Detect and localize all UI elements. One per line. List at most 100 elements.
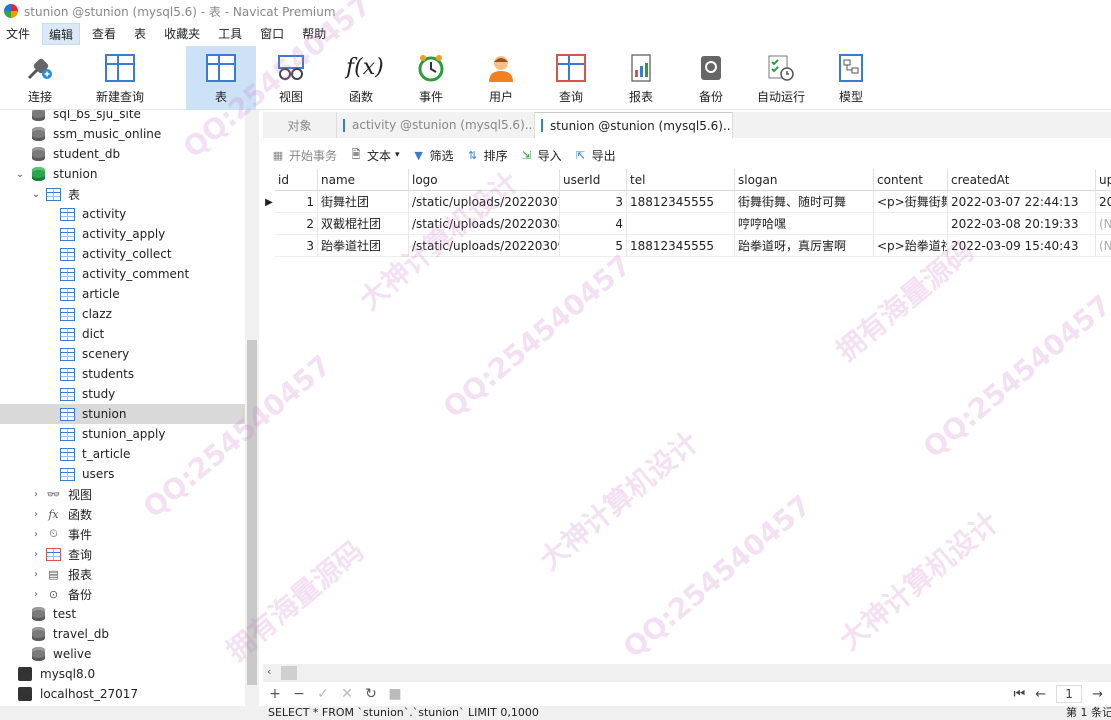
cell-logo[interactable]: /static/uploads/20220308: [409, 213, 560, 235]
menu-tools[interactable]: 工具: [212, 23, 248, 45]
menu-help[interactable]: 帮助: [296, 23, 332, 45]
model-button[interactable]: 模型: [816, 46, 886, 110]
cell-name[interactable]: 跆拳道社团: [318, 235, 409, 257]
connect-button[interactable]: 连接: [0, 46, 80, 110]
tree-db-travel_db[interactable]: travel_db: [0, 624, 245, 644]
chevron-down-icon[interactable]: ⌄: [14, 169, 26, 180]
tree-backups-node[interactable]: › ⊙ 备份: [0, 584, 245, 604]
chevron-right-icon[interactable]: ›: [30, 489, 42, 500]
menu-window[interactable]: 窗口: [254, 23, 290, 45]
close-button[interactable]: [1079, 0, 1111, 22]
delete-record-button[interactable]: −: [287, 682, 311, 706]
prev-page-icon[interactable]: ←: [1035, 687, 1046, 702]
filter-button[interactable]: ▼ 筛选: [412, 147, 453, 164]
tree-db-sql_bs_sju_site[interactable]: sql_bs_sju_site: [0, 110, 245, 124]
stop-icon[interactable]: ■: [383, 682, 407, 706]
tab-objects[interactable]: 对象: [263, 112, 337, 138]
next-page-icon[interactable]: →: [1092, 687, 1103, 702]
chevron-right-icon[interactable]: ›: [30, 589, 42, 600]
table-button[interactable]: 表: [186, 46, 256, 110]
tree-table-activity_apply[interactable]: activity_apply: [0, 224, 245, 244]
discard-changes-button[interactable]: ✕: [335, 682, 359, 706]
menu-favorites[interactable]: 收藏夹: [158, 23, 206, 45]
tree-table-students[interactable]: students: [0, 364, 245, 384]
view-button[interactable]: 视图: [256, 46, 326, 110]
tree-db-stunion[interactable]: ⌄ stunion: [0, 164, 245, 184]
menu-view[interactable]: 查看: [86, 23, 122, 45]
apply-changes-button[interactable]: ✓: [311, 682, 335, 706]
tree-table-scenery[interactable]: scenery: [0, 344, 245, 364]
refresh-icon[interactable]: ↻: [359, 682, 383, 706]
cell-tel[interactable]: 18812345555: [627, 191, 735, 213]
cell-content[interactable]: <p>街舞街舞: [874, 191, 948, 213]
menu-edit[interactable]: 编辑: [42, 23, 81, 45]
scrollbar-thumb[interactable]: [247, 340, 257, 685]
import-button[interactable]: ⇲ 导入: [520, 147, 562, 164]
add-record-button[interactable]: +: [263, 682, 287, 706]
cell-userId[interactable]: 5: [560, 235, 627, 257]
report-button[interactable]: 报表: [606, 46, 676, 110]
tree-table-users[interactable]: users: [0, 464, 245, 484]
cell-up[interactable]: (N: [1096, 213, 1111, 235]
query-button[interactable]: 查询: [536, 46, 606, 110]
cell-up[interactable]: 20: [1096, 191, 1111, 213]
chevron-right-icon[interactable]: ›: [30, 549, 42, 560]
tree-db-test[interactable]: test: [0, 604, 245, 624]
cell-id[interactable]: 2: [275, 213, 318, 235]
grid-horizontal-scrollbar[interactable]: ‹: [263, 664, 1111, 682]
column-header-up[interactable]: up: [1096, 169, 1111, 191]
tab-stunion[interactable]: stunion @stunion (mysql5.6)...: [535, 112, 733, 138]
begin-transaction-button[interactable]: ▦ 开始事务: [271, 147, 337, 164]
automation-button[interactable]: 自动运行: [746, 46, 816, 110]
function-button[interactable]: f(x) 函数: [326, 46, 396, 110]
cell-content[interactable]: <p>跆拳道社: [874, 235, 948, 257]
cell-slogan[interactable]: 街舞街舞、随时可舞: [735, 191, 874, 213]
tree-views-node[interactable]: › 👓 视图: [0, 484, 245, 504]
tree-table-stunion_apply[interactable]: stunion_apply: [0, 424, 245, 444]
cell-createdAt[interactable]: 2022-03-09 15:40:43: [948, 235, 1096, 257]
cell-createdAt[interactable]: 2022-03-08 20:19:33: [948, 213, 1096, 235]
scroll-left-icon[interactable]: ‹: [267, 665, 271, 678]
tree-table-activity_collect[interactable]: activity_collect: [0, 244, 245, 264]
cell-userId[interactable]: 4: [560, 213, 627, 235]
cell-id[interactable]: 1: [275, 191, 318, 213]
sidebar-scrollbar[interactable]: [245, 110, 259, 706]
backup-button[interactable]: 备份: [676, 46, 746, 110]
column-header-tel[interactable]: tel: [627, 169, 735, 191]
column-header-logo[interactable]: logo: [409, 169, 560, 191]
cell-name[interactable]: 街舞社团: [318, 191, 409, 213]
tree-db-ssm_music_online[interactable]: ssm_music_online: [0, 124, 245, 144]
tree-db-student_db[interactable]: student_db: [0, 144, 245, 164]
export-button[interactable]: ⇱ 导出: [574, 147, 616, 164]
menu-file[interactable]: 文件: [0, 23, 36, 45]
chevron-right-icon[interactable]: ›: [30, 509, 42, 520]
tree-table-study[interactable]: study: [0, 384, 245, 404]
column-header-content[interactable]: content: [874, 169, 948, 191]
cell-logo[interactable]: /static/uploads/20220307: [409, 191, 560, 213]
maximize-button[interactable]: [1047, 0, 1079, 22]
cell-slogan[interactable]: 哼哼哈嘿: [735, 213, 874, 235]
cell-logo[interactable]: /static/uploads/20220309: [409, 235, 560, 257]
text-button[interactable]: 🗎 文本 ▾: [349, 147, 400, 164]
cell-name[interactable]: 双截棍社团: [318, 213, 409, 235]
tree-table-activity[interactable]: activity: [0, 204, 245, 224]
column-header-id[interactable]: id: [275, 169, 318, 191]
tree-functions-node[interactable]: › fx 函数: [0, 504, 245, 524]
page-number-field[interactable]: 1: [1056, 685, 1083, 703]
column-header-userId[interactable]: userId: [560, 169, 627, 191]
chevron-down-icon[interactable]: ⌄: [30, 189, 42, 200]
chevron-right-icon[interactable]: ›: [30, 529, 42, 540]
column-header-slogan[interactable]: slogan: [735, 169, 874, 191]
column-header-name[interactable]: name: [318, 169, 409, 191]
tree-table-stunion[interactable]: stunion: [0, 404, 245, 424]
new-query-button[interactable]: 新建查询: [80, 46, 160, 110]
tree-db-welive[interactable]: welive: [0, 644, 245, 664]
tree-table-activity_comment[interactable]: activity_comment: [0, 264, 245, 284]
user-button[interactable]: 用户: [466, 46, 536, 110]
cell-tel[interactable]: 18812345555: [627, 235, 735, 257]
column-header-createdAt[interactable]: createdAt: [948, 169, 1096, 191]
tree-table-clazz[interactable]: clazz: [0, 304, 245, 324]
menu-table[interactable]: 表: [128, 23, 152, 45]
cell-id[interactable]: 3: [275, 235, 318, 257]
tree-table-dict[interactable]: dict: [0, 324, 245, 344]
